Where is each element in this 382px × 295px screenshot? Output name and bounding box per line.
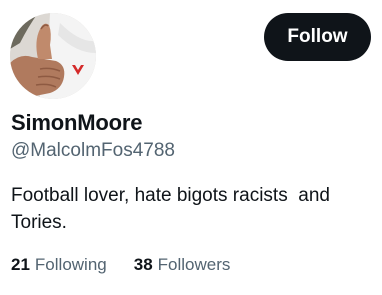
following-link[interactable]: 21 Following	[11, 255, 107, 275]
followers-link[interactable]: 38 Followers	[134, 255, 231, 275]
display-name[interactable]: SimonMoore	[11, 110, 142, 136]
following-count: 21	[11, 255, 30, 274]
profile-bio: Football lover, hate bigots racists and …	[11, 185, 330, 233]
follow-button[interactable]: Follow	[264, 13, 371, 61]
user-handle: @MalcolmFos4788	[11, 140, 175, 161]
profile-stats: 21 Following 38 Followers	[11, 255, 257, 275]
avatar[interactable]	[10, 13, 96, 99]
thumbs-up-photo-icon	[10, 13, 96, 99]
followers-label: Followers	[157, 255, 231, 274]
following-label: Following	[34, 255, 107, 274]
followers-count: 38	[133, 255, 153, 274]
